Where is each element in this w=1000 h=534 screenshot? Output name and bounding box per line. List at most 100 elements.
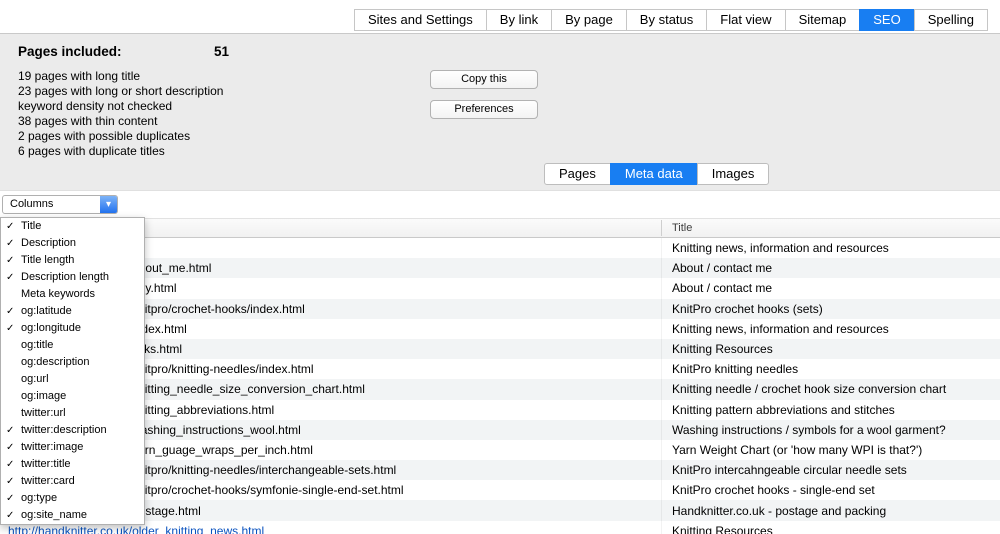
summary-line: keyword density not checked [18,99,223,114]
table-row[interactable]: http://handknitter.co.uk/older_knitting_… [0,521,1000,534]
columns-menu-item-og-image[interactable]: og:image [1,388,144,405]
table-row[interactable]: http://handknitter.co.uk/links.htmlKnitt… [0,339,1000,359]
tab-flat-view[interactable]: Flat view [706,9,785,31]
checkmark-icon: ✓ [6,269,19,286]
menu-item-label: og:image [21,390,66,402]
summary-line: 6 pages with duplicate titles [18,144,223,159]
columns-menu-item-twitter-image[interactable]: ✓twitter:image [1,439,144,456]
tab-sitemap[interactable]: Sitemap [785,9,861,31]
checkmark-icon: ✓ [6,507,19,524]
checkmark-icon: ✓ [6,218,19,235]
checkmark-icon: ✓ [6,320,19,337]
cell-title: KnitPro crochet hooks (sets) [672,302,823,316]
table-row[interactable]: http://handknitter.co.ukKnitting news, i… [0,238,1000,258]
menu-item-label: og:site_name [21,509,87,521]
columns-menu-item-twitter-title[interactable]: ✓twitter:title [1,456,144,473]
cell-title: KnitPro intercahngeable circular needle … [672,463,907,477]
columns-menu-item-twitter-description[interactable]: ✓twitter:description [1,422,144,439]
checkmark-icon: ✓ [6,456,19,473]
menu-item-label: Title length [21,254,74,266]
columns-menu-item-og-type[interactable]: ✓og:type [1,490,144,507]
menu-item-label: og:longitude [21,322,81,334]
cell-title: Knitting news, information and resources [672,322,889,336]
table-row[interactable]: http://handknitter.co.uk/about_me.htmlAb… [0,258,1000,278]
columns-menu-item-og-longitude[interactable]: ✓og:longitude [1,320,144,337]
columns-menu-item-og-title[interactable]: og:title [1,337,144,354]
cell-title: Yarn Weight Chart (or 'how many WPI is t… [672,443,922,457]
table-row[interactable]: http://handknitter.co.uk/knitting_abbrev… [0,400,1000,420]
cell-title: About / contact me [672,261,772,275]
view-tabs: Sites and SettingsBy linkBy pageBy statu… [355,9,988,31]
pages-included-label: Pages included: [18,44,122,59]
columns-menu-item-title-length[interactable]: ✓Title length [1,252,144,269]
cell-title: Knitting news, information and resources [672,241,889,255]
columns-menu-item-title[interactable]: ✓Title [1,218,144,235]
columns-menu-item-description-length[interactable]: ✓Description length [1,269,144,286]
menu-item-label: twitter:url [21,407,66,419]
checkmark-icon: ✓ [6,439,19,456]
table-row[interactable]: http://handknitter.co.uk/knitpro/knittin… [0,460,1000,480]
menu-item-label: og:type [21,492,57,504]
table-row[interactable]: http://handknitter.co.uk/washing_instruc… [0,420,1000,440]
table-row[interactable]: http://handknitter.co.uk/knitting_needle… [0,379,1000,399]
checkmark-icon: ✓ [6,490,19,507]
menu-item-label: og:title [21,339,53,351]
menu-item-label: twitter:title [21,458,71,470]
column-header-title[interactable]: Title [672,219,692,237]
table-header: Title [0,218,1000,238]
menu-item-label: Meta keywords [21,288,95,300]
copy-this-button[interactable]: Copy this [430,70,538,89]
top-bar: Sites and SettingsBy linkBy pageBy statu… [0,0,1000,33]
columns-dropdown-button[interactable]: Columns ▾ [2,195,118,214]
cell-title: KnitPro crochet hooks - single-end set [672,483,875,497]
tab-by-link[interactable]: By link [486,9,552,31]
table-row[interactable]: http://handknitter.co.uk/postage.htmlHan… [0,500,1000,520]
columns-dropdown-label: Columns [10,196,53,213]
cell-title: Knitting pattern abbreviations and stitc… [672,403,895,417]
summary-line: 2 pages with possible duplicates [18,129,223,144]
menu-item-label: og:latitude [21,305,72,317]
columns-menu-item-og-url[interactable]: og:url [1,371,144,388]
table-row[interactable]: http://handknitter.co.uk/buy.htmlAbout /… [0,278,1000,298]
subtab-pages[interactable]: Pages [544,163,611,185]
menu-item-label: Description length [21,271,109,283]
summary-line: 38 pages with thin content [18,114,223,129]
columns-menu-item-og-site-name[interactable]: ✓og:site_name [1,507,144,524]
menu-item-label: twitter:card [21,475,75,487]
checkmark-icon: ✓ [6,303,19,320]
subtab-meta-data[interactable]: Meta data [610,163,698,185]
cell-title: Knitting needle / crochet hook size conv… [672,382,946,396]
cell-title: Knitting Resources [672,524,773,534]
checkmark-icon: ✓ [6,473,19,490]
columns-menu-item-meta-keywords[interactable]: Meta keywords [1,286,144,303]
columns-menu-item-description[interactable]: ✓Description [1,235,144,252]
table-row[interactable]: http://handknitter.co.uk/knitpro/crochet… [0,480,1000,500]
checkmark-icon: ✓ [6,422,19,439]
columns-menu-item-twitter-card[interactable]: ✓twitter:card [1,473,144,490]
columns-menu-item-og-description[interactable]: og:description [1,354,144,371]
tab-spelling[interactable]: Spelling [914,9,988,31]
subtab-images[interactable]: Images [697,163,770,185]
preferences-button[interactable]: Preferences [430,100,538,119]
column-divider [661,220,662,236]
tab-sites-and-settings[interactable]: Sites and Settings [354,9,487,31]
summary-line: 23 pages with long or short description [18,84,223,99]
columns-menu-item-og-latitude[interactable]: ✓og:latitude [1,303,144,320]
menu-item-label: og:description [21,356,90,368]
cell-url: http://handknitter.co.uk/older_knitting_… [8,524,264,534]
tab-by-page[interactable]: By page [551,9,627,31]
summary-line: 19 pages with long title [18,69,223,84]
cell-title: About / contact me [672,281,772,295]
tab-by-status[interactable]: By status [626,9,707,31]
table-row[interactable]: http://handknitter.co.uk/yarn_guage_wrap… [0,440,1000,460]
cell-title: Knitting Resources [672,342,773,356]
columns-menu-item-twitter-url[interactable]: twitter:url [1,405,144,422]
table-row[interactable]: http://handknitter.co.uk/index.htmlKnitt… [0,319,1000,339]
meta-subtabs: PagesMeta dataImages [544,163,769,185]
table-row[interactable]: http://handknitter.co.uk/knitpro/crochet… [0,299,1000,319]
tab-seo[interactable]: SEO [859,9,914,31]
cell-title: KnitPro knitting needles [672,362,798,376]
menu-item-label: twitter:description [21,424,107,436]
table-row[interactable]: http://handknitter.co.uk/knitpro/knittin… [0,359,1000,379]
pages-included-value: 51 [214,44,229,59]
